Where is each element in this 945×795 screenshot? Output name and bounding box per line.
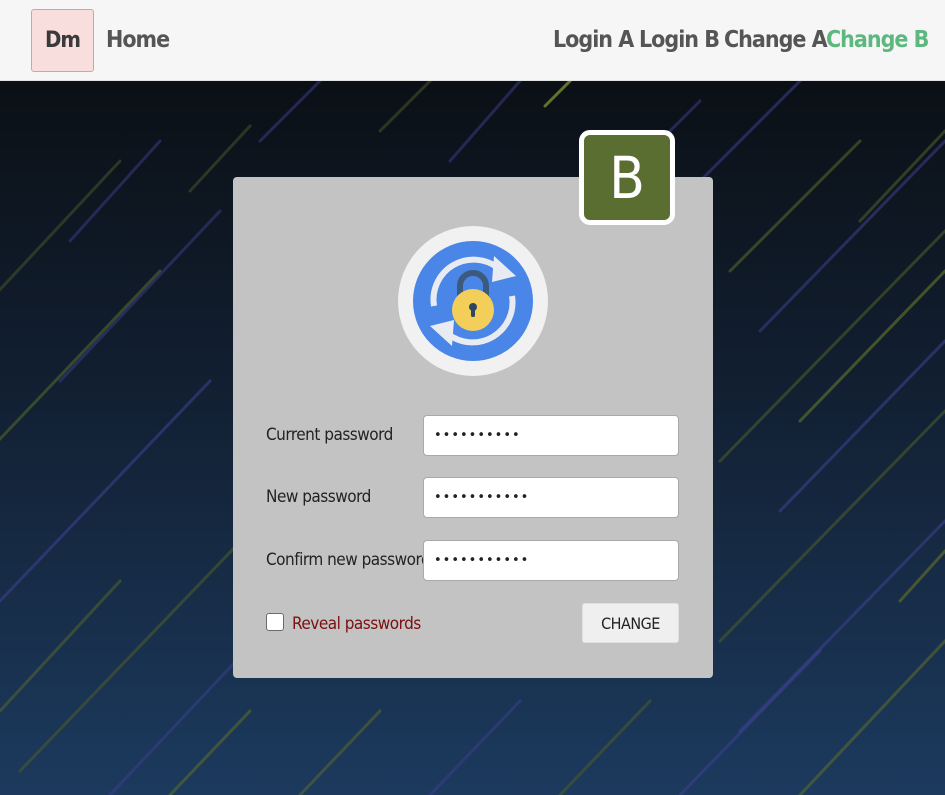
brand-logo[interactable]: Dm <box>31 9 94 72</box>
variant-badge: B <box>579 130 675 225</box>
current-password-input[interactable] <box>423 415 679 456</box>
confirm-password-input[interactable] <box>423 540 679 581</box>
lock-refresh-icon <box>398 226 548 376</box>
change-button[interactable]: CHANGE <box>582 603 679 643</box>
nav-change-b[interactable]: Change B <box>826 23 929 57</box>
new-password-label: New password <box>266 487 371 507</box>
new-password-input[interactable] <box>423 477 679 518</box>
reveal-passwords-label[interactable]: Reveal passwords <box>292 609 421 639</box>
nav-change-a[interactable]: Change A <box>724 23 828 57</box>
reveal-passwords-checkbox[interactable] <box>266 613 284 631</box>
confirm-password-label: Confirm new password <box>266 550 431 570</box>
navbar: Dm Home Login A Login B Change A Change … <box>0 0 945 81</box>
nav-home[interactable]: Home <box>106 23 170 57</box>
nav-login-b[interactable]: Login B <box>639 23 720 57</box>
current-password-label: Current password <box>266 425 393 445</box>
nav-login-a[interactable]: Login A <box>553 23 634 57</box>
